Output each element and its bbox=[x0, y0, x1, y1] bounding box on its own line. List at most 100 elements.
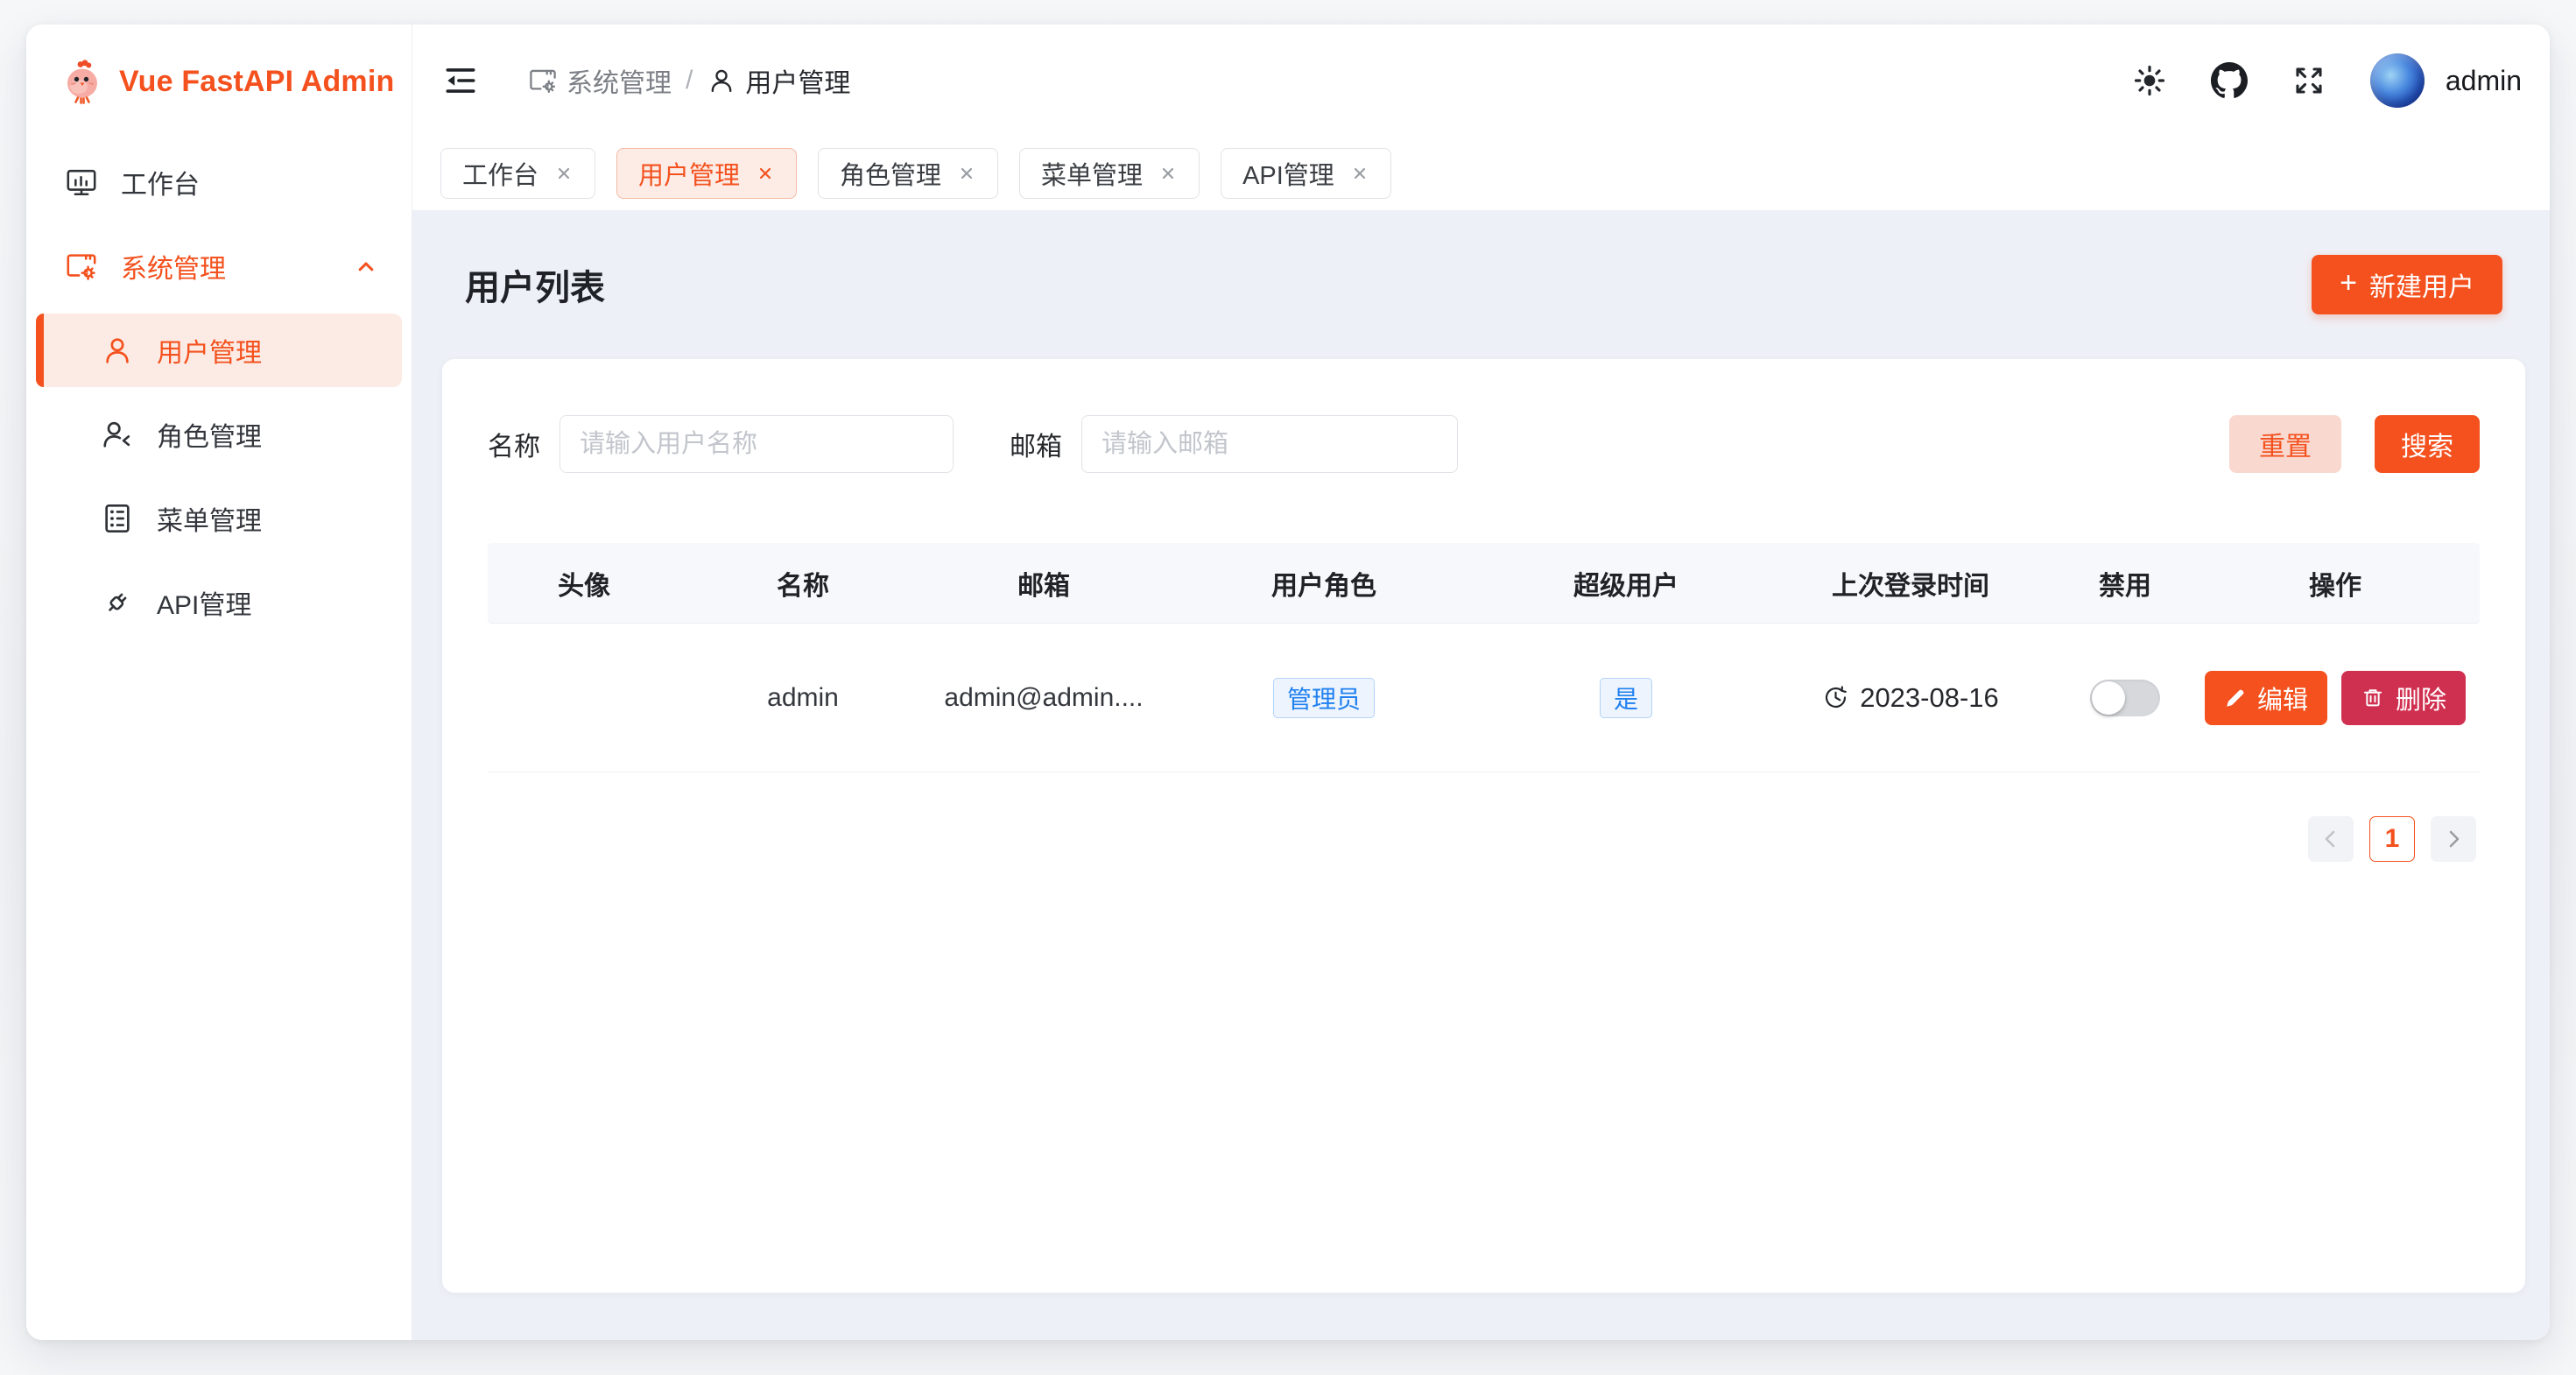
reset-button[interactable]: 重置 bbox=[2229, 415, 2341, 473]
close-icon[interactable] bbox=[1158, 164, 1178, 183]
prev-page-button[interactable] bbox=[2308, 816, 2354, 862]
chick-logo-icon bbox=[61, 59, 103, 104]
sidebar-item-workbench[interactable]: 工作台 bbox=[36, 145, 402, 219]
delete-button[interactable]: 删除 bbox=[2341, 671, 2466, 725]
column-header-last-login: 上次登录时间 bbox=[1766, 564, 2055, 603]
pagination: 1 bbox=[488, 816, 2480, 862]
close-icon[interactable] bbox=[554, 164, 574, 183]
trash-icon bbox=[2361, 686, 2385, 710]
superuser-cell: 是 bbox=[1486, 678, 1766, 718]
edit-button-label: 编辑 bbox=[2257, 680, 2308, 716]
new-user-button-label: 新建用户 bbox=[2369, 265, 2474, 304]
window-gear-icon bbox=[65, 250, 98, 283]
sidebar-item-label: 工作台 bbox=[121, 163, 200, 201]
github-icon[interactable] bbox=[2211, 62, 2248, 99]
column-header-disabled: 禁用 bbox=[2055, 564, 2195, 603]
chevron-up-icon bbox=[351, 251, 381, 281]
app-title: Vue FastAPI Admin bbox=[119, 65, 394, 99]
sidebar-item-role-management[interactable]: 角色管理 bbox=[36, 398, 402, 471]
tab-menu-management[interactable]: 菜单管理 bbox=[1019, 148, 1200, 199]
column-header-actions: 操作 bbox=[2195, 564, 2475, 603]
plug-icon bbox=[101, 586, 134, 619]
app-window: Vue FastAPI Admin 工作台 bbox=[26, 25, 2550, 1340]
tab-label: 用户管理 bbox=[638, 155, 740, 192]
new-user-button[interactable]: + 新建用户 bbox=[2312, 255, 2502, 314]
tab-role-management[interactable]: 角色管理 bbox=[818, 148, 998, 199]
sidebar-item-user-management[interactable]: 用户管理 bbox=[36, 314, 402, 387]
username-label[interactable]: admin bbox=[2446, 65, 2522, 97]
breadcrumb-label: 系统管理 bbox=[567, 61, 672, 100]
name-filter-input[interactable] bbox=[560, 415, 954, 473]
tab-bar: 工作台 用户管理 角色管理 菜单管理 API管理 bbox=[412, 137, 2550, 210]
clock-icon bbox=[1822, 684, 1849, 711]
menu-list-icon bbox=[101, 502, 134, 535]
chevron-right-icon bbox=[2442, 828, 2465, 850]
tab-workbench[interactable]: 工作台 bbox=[440, 148, 595, 199]
user-role-icon bbox=[101, 418, 134, 451]
toggle-knob bbox=[2092, 681, 2125, 715]
disabled-toggle[interactable] bbox=[2090, 680, 2160, 716]
table-header-row: 头像 名称 邮箱 用户角色 超级用户 上次登录时间 禁用 操作 bbox=[488, 543, 2480, 624]
user-list-card: 名称 邮箱 重置 搜索 头像 名称 邮箱 用户角色 超级用户 上次登录时间 bbox=[442, 359, 2525, 1293]
page-title: 用户列表 bbox=[465, 259, 605, 310]
column-header-avatar: 头像 bbox=[488, 564, 680, 603]
name-filter-label: 名称 bbox=[488, 425, 540, 463]
user-icon bbox=[101, 334, 134, 367]
last-login-value: 2023-08-16 bbox=[1860, 682, 1999, 714]
name-cell: admin bbox=[680, 683, 926, 713]
fullscreen-icon[interactable] bbox=[2291, 63, 2326, 98]
column-header-superuser: 超级用户 bbox=[1486, 564, 1766, 603]
email-filter-label: 邮箱 bbox=[1010, 425, 1062, 463]
filter-bar: 名称 邮箱 重置 搜索 bbox=[488, 415, 2480, 473]
user-avatar[interactable] bbox=[2370, 53, 2425, 108]
close-icon[interactable] bbox=[756, 164, 775, 183]
sidebar-item-system[interactable]: 系统管理 bbox=[36, 229, 402, 303]
tab-label: 角色管理 bbox=[840, 155, 941, 192]
page-header: 用户列表 + 新建用户 bbox=[442, 210, 2525, 359]
tab-label: API管理 bbox=[1242, 155, 1334, 192]
column-header-role: 用户角色 bbox=[1162, 564, 1486, 603]
breadcrumb-users[interactable]: 用户管理 bbox=[707, 61, 850, 100]
breadcrumb-separator: / bbox=[686, 66, 693, 95]
page-number-button[interactable]: 1 bbox=[2369, 816, 2415, 862]
topbar-actions: admin bbox=[2132, 53, 2522, 108]
email-cell: admin@admin.... bbox=[926, 683, 1162, 713]
sidebar-item-api-management[interactable]: API管理 bbox=[36, 566, 402, 639]
disabled-cell bbox=[2055, 680, 2195, 716]
tab-label: 菜单管理 bbox=[1041, 155, 1143, 192]
next-page-button[interactable] bbox=[2431, 816, 2476, 862]
monitor-icon bbox=[65, 166, 98, 199]
actions-cell: 编辑 删除 bbox=[2195, 671, 2475, 725]
table-row: admin admin@admin.... 管理员 是 bbox=[488, 624, 2480, 772]
top-bar: 系统管理 / 用户管理 bbox=[412, 25, 2550, 137]
delete-button-label: 删除 bbox=[2396, 680, 2446, 716]
sidebar-item-label: 系统管理 bbox=[121, 247, 226, 286]
sidebar-item-label: 用户管理 bbox=[157, 331, 262, 370]
chevron-left-icon bbox=[2319, 828, 2342, 850]
sidebar-item-menu-management[interactable]: 菜单管理 bbox=[36, 482, 402, 555]
breadcrumb: 系统管理 / 用户管理 bbox=[528, 61, 850, 100]
search-button[interactable]: 搜索 bbox=[2375, 415, 2480, 473]
close-icon[interactable] bbox=[957, 164, 976, 183]
edit-button[interactable]: 编辑 bbox=[2205, 671, 2327, 725]
column-header-name: 名称 bbox=[680, 564, 926, 603]
theme-toggle-sun-icon[interactable] bbox=[2132, 63, 2167, 98]
plus-icon: + bbox=[2340, 266, 2357, 300]
sidebar: Vue FastAPI Admin 工作台 bbox=[26, 25, 412, 1340]
superuser-tag: 是 bbox=[1600, 678, 1652, 718]
tab-label: 工作台 bbox=[462, 155, 538, 192]
close-icon[interactable] bbox=[1350, 164, 1369, 183]
collapse-sidebar-icon[interactable] bbox=[442, 62, 479, 99]
content-area: 用户列表 + 新建用户 名称 邮箱 重置 搜索 bbox=[412, 210, 2550, 1340]
window-gear-icon bbox=[528, 66, 558, 95]
email-filter-input[interactable] bbox=[1081, 415, 1458, 473]
sidebar-item-label: 角色管理 bbox=[157, 415, 262, 454]
breadcrumb-label: 用户管理 bbox=[745, 61, 850, 100]
breadcrumb-system[interactable]: 系统管理 bbox=[528, 61, 672, 100]
last-login-cell: 2023-08-16 bbox=[1766, 682, 2055, 714]
tab-api-management[interactable]: API管理 bbox=[1221, 148, 1391, 199]
main-area: 系统管理 / 用户管理 bbox=[412, 25, 2550, 1340]
role-cell: 管理员 bbox=[1162, 678, 1486, 718]
logo[interactable]: Vue FastAPI Admin bbox=[26, 25, 412, 138]
tab-user-management[interactable]: 用户管理 bbox=[616, 148, 797, 199]
